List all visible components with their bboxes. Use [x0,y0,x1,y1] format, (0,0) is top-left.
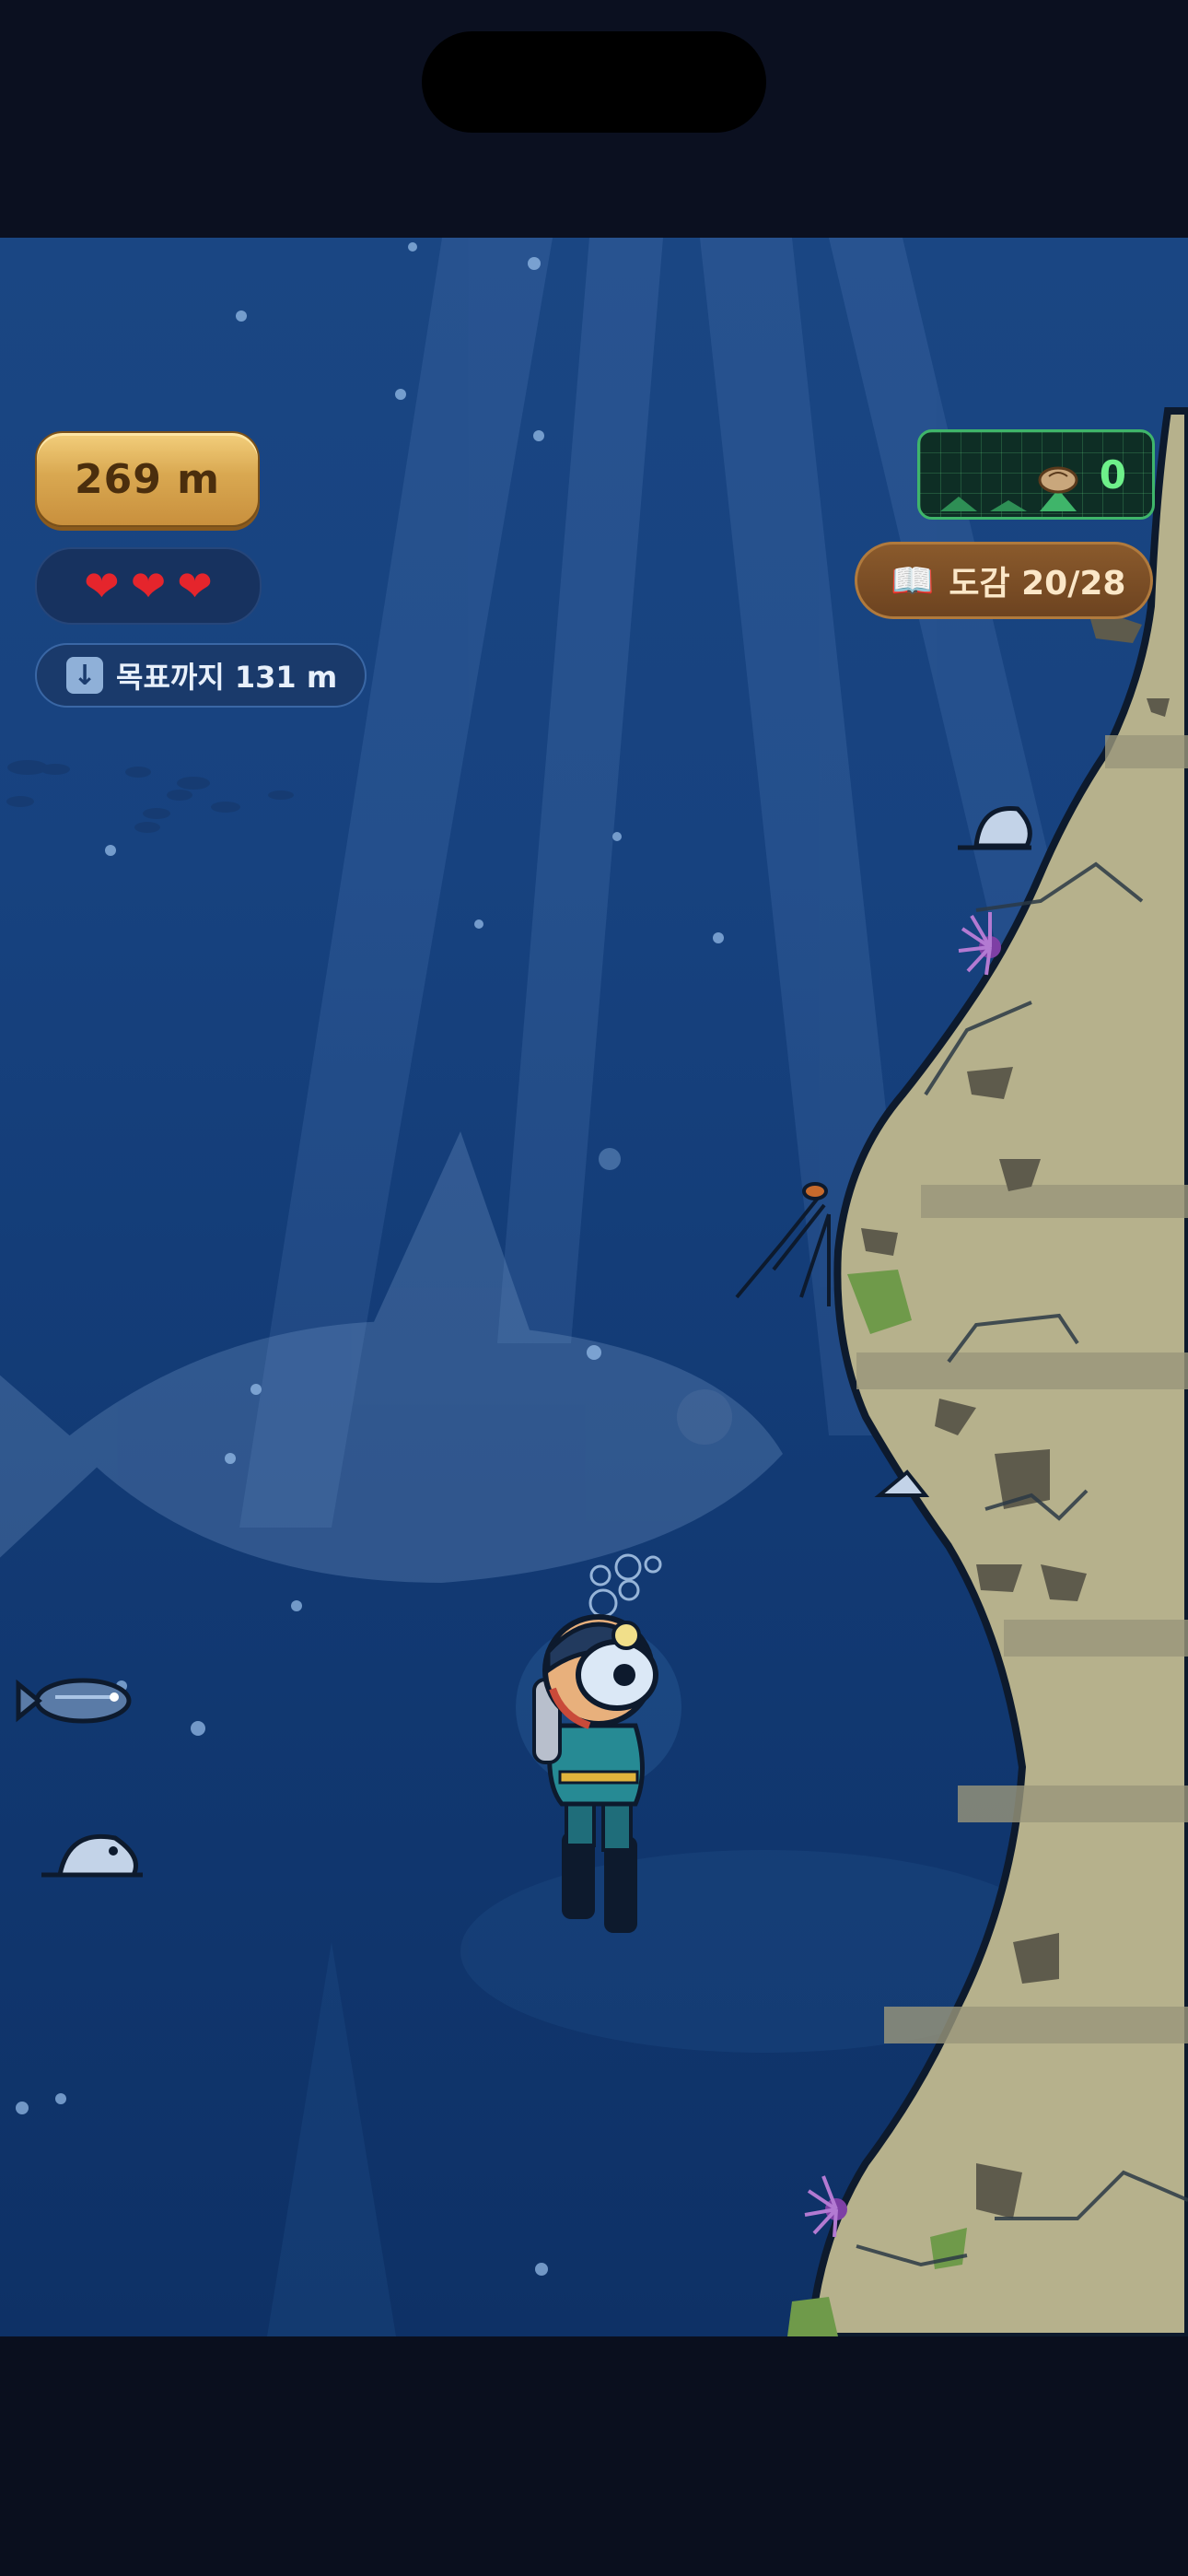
lives-indicator: ❤ ❤ ❤ [35,547,262,625]
heart-icon: ❤ [177,561,213,611]
codex-label: 도감 20/28 [949,565,1126,603]
codex-button[interactable]: 📖 도감 20/28 [855,542,1153,619]
shell-icon [1038,466,1078,494]
depth-meter: 269 m [35,431,260,527]
dynamic-island [422,31,766,133]
status-bar [0,0,1188,238]
target-distance: ↓ 목표까지 131 m [35,643,367,708]
book-icon: 📖 [891,560,935,601]
shark-silhouette [0,1131,783,1583]
radar-count: 0 [1099,452,1126,498]
diver-bubbles [588,1553,662,1618]
heart-icon: ❤ [84,561,120,611]
fish-school [6,760,294,833]
target-distance-label: 목표까지 131 m [116,660,338,695]
sonar-radar[interactable]: 0 [917,429,1155,520]
depth-value: 269 m [74,455,220,503]
striped-fish [16,1678,132,1724]
anglerfish [41,1833,143,1878]
home-indicator-area [0,2336,1188,2576]
down-arrow-icon: ↓ [66,657,103,694]
heart-icon: ❤ [130,561,167,611]
